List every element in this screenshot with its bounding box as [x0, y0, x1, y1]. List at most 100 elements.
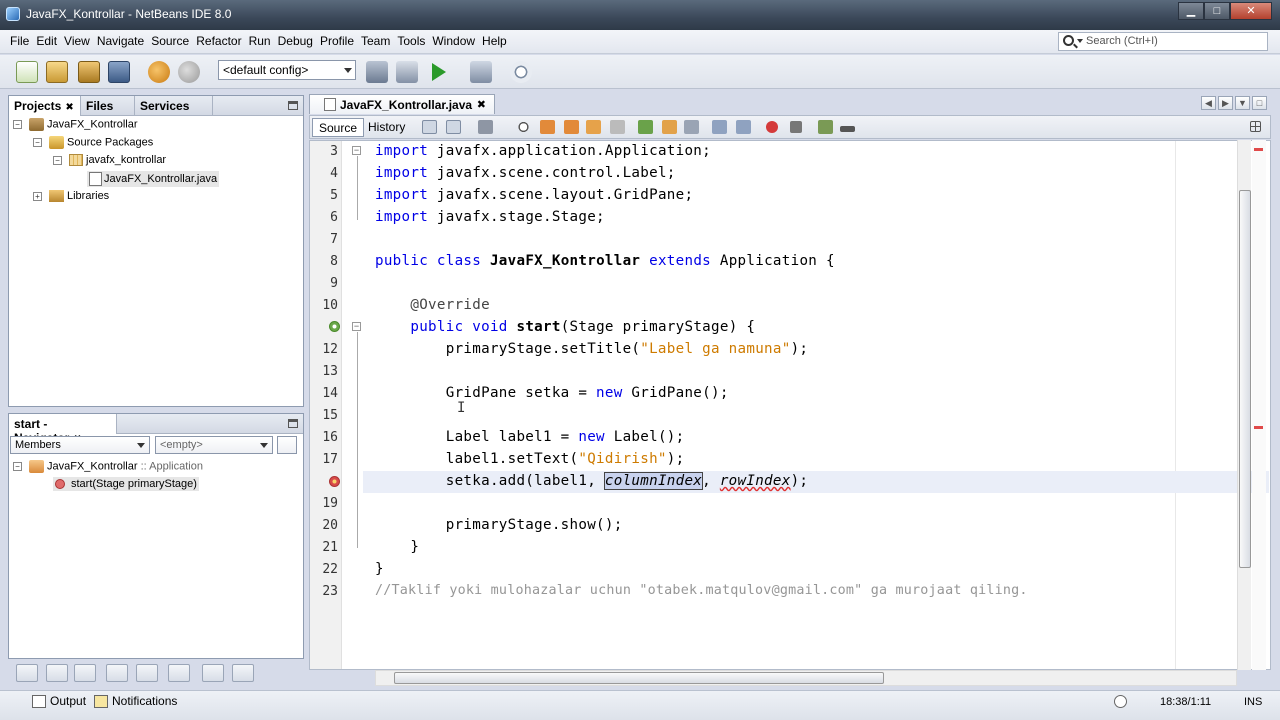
- find-previous-icon[interactable]: [540, 120, 555, 134]
- start-macro-icon[interactable]: [766, 121, 778, 133]
- sort-source-icon[interactable]: [202, 664, 224, 682]
- tree-item-package[interactable]: javafx_kontrollar: [69, 154, 166, 167]
- fold-method-icon[interactable]: −: [352, 322, 361, 331]
- close-icon[interactable]: ✖: [477, 98, 486, 111]
- horizontal-scrollbar[interactable]: [375, 670, 1237, 686]
- close-icon[interactable]: ✖: [65, 102, 73, 113]
- menu-debug[interactable]: Debug: [276, 34, 318, 48]
- horizontal-scroll-thumb[interactable]: [394, 672, 884, 684]
- find-next-icon[interactable]: [564, 120, 579, 134]
- undo-icon[interactable]: [148, 61, 170, 83]
- menu-source[interactable]: Source: [149, 34, 194, 48]
- minimize-panel-icon[interactable]: [288, 101, 298, 110]
- empty-filter-select[interactable]: <empty>: [155, 436, 273, 454]
- scroll-left-icon[interactable]: ◀: [1201, 96, 1216, 110]
- menu-navigate[interactable]: Navigate: [95, 34, 149, 48]
- shift-right-icon[interactable]: [736, 120, 751, 134]
- filter-nonpublic-icon[interactable]: [106, 664, 128, 682]
- split-editor-icon[interactable]: [1250, 121, 1261, 132]
- filter-static-icon[interactable]: [74, 664, 96, 682]
- show-documents-icon[interactable]: ▼: [1235, 96, 1250, 110]
- new-project-icon[interactable]: [46, 61, 68, 83]
- tab-projects[interactable]: Projects ✖: [9, 96, 81, 116]
- filter-inherited-icon[interactable]: [136, 664, 158, 682]
- override-annotation-icon[interactable]: [329, 321, 340, 332]
- source-button[interactable]: Source: [312, 118, 365, 137]
- config-select[interactable]: <default config>: [218, 60, 356, 80]
- menu-view[interactable]: View: [62, 34, 95, 48]
- menu-run[interactable]: Run: [247, 34, 276, 48]
- members-filter-select[interactable]: Members: [10, 436, 150, 454]
- sort-alpha-icon[interactable]: [168, 664, 190, 682]
- menu-help[interactable]: Help: [480, 34, 512, 48]
- stop-macro-icon[interactable]: [790, 121, 802, 133]
- tree-item-source-packages[interactable]: Source Packages: [49, 136, 153, 149]
- tab-services[interactable]: Services: [135, 96, 213, 116]
- output-tab[interactable]: Output: [32, 694, 86, 709]
- tree-item-java-file[interactable]: JavaFX_Kontrollar.java: [87, 171, 220, 187]
- tab-navigator[interactable]: start - Navigator✖: [9, 414, 117, 445]
- shift-left-icon[interactable]: [712, 120, 727, 134]
- last-edit-icon[interactable]: [422, 120, 437, 134]
- toggle-rect-select-icon[interactable]: [610, 120, 625, 134]
- minimize-button[interactable]: ▁: [1178, 2, 1204, 20]
- save-all-icon[interactable]: [108, 61, 130, 83]
- menu-team[interactable]: Team: [359, 34, 395, 48]
- error-hint-icon[interactable]: [329, 476, 340, 487]
- build-hammer-icon[interactable]: [366, 61, 388, 83]
- next-bookmark-icon[interactable]: [662, 120, 677, 134]
- comment-icon[interactable]: [818, 120, 833, 134]
- tree-item-project[interactable]: JavaFX_Kontrollar: [29, 118, 138, 131]
- previous-bookmark-icon[interactable]: [638, 120, 653, 134]
- forward-icon[interactable]: [478, 120, 493, 134]
- collapse-icon[interactable]: −: [13, 120, 22, 129]
- tab-files[interactable]: Files: [81, 96, 135, 116]
- maximize-editor-icon[interactable]: □: [1252, 96, 1267, 110]
- uncomment-icon[interactable]: [840, 126, 855, 132]
- maximize-button[interactable]: □: [1204, 2, 1230, 20]
- open-project-icon[interactable]: [78, 61, 100, 83]
- notifications-tab[interactable]: Notifications: [94, 694, 177, 709]
- error-marker[interactable]: [1254, 148, 1263, 151]
- insert-mode[interactable]: INS: [1244, 696, 1262, 708]
- clean-build-icon[interactable]: [396, 61, 418, 83]
- run-project-icon[interactable]: [432, 63, 446, 81]
- collapse-icon[interactable]: −: [13, 462, 22, 471]
- debug-project-icon[interactable]: [470, 61, 492, 83]
- new-file-icon[interactable]: [16, 61, 38, 83]
- collapse-icon[interactable]: −: [53, 156, 62, 165]
- back-icon[interactable]: [446, 120, 461, 134]
- menu-edit[interactable]: Edit: [34, 34, 62, 48]
- error-marker[interactable]: [1254, 426, 1263, 429]
- collapse-icon[interactable]: −: [33, 138, 42, 147]
- code-editor[interactable]: − − 3 4 5 6 7 8 9 10 12 13 14 15 16 17 1…: [309, 140, 1271, 670]
- editor-tab-file[interactable]: JavaFX_Kontrollar.java ✖: [309, 94, 495, 114]
- menu-window[interactable]: Window: [430, 34, 480, 48]
- toggle-bookmark-icon[interactable]: [684, 120, 699, 134]
- profile-project-icon[interactable]: [510, 61, 532, 83]
- menu-tools[interactable]: Tools: [395, 34, 430, 48]
- history-button[interactable]: History: [362, 118, 411, 137]
- sort-icon[interactable]: [16, 664, 38, 682]
- navigator-method-item[interactable]: start(Stage primaryStage): [53, 477, 199, 491]
- fqn-icon[interactable]: [232, 664, 254, 682]
- error-stripe[interactable]: [1252, 140, 1266, 670]
- minimize-panel-icon[interactable]: [288, 419, 298, 428]
- fold-imports-icon[interactable]: −: [352, 146, 361, 155]
- tree-item-libraries[interactable]: Libraries: [49, 190, 109, 203]
- search-input[interactable]: Search (Ctrl+I): [1058, 32, 1268, 51]
- info-icon[interactable]: [1114, 694, 1131, 709]
- find-icon[interactable]: [516, 120, 531, 134]
- navigator-class-item[interactable]: JavaFX_Kontrollar :: Application: [29, 460, 203, 473]
- scroll-right-icon[interactable]: ▶: [1218, 96, 1233, 110]
- navigator-options-icon[interactable]: [277, 436, 297, 454]
- vertical-scroll-thumb[interactable]: [1239, 190, 1251, 568]
- expand-icon[interactable]: +: [33, 192, 42, 201]
- menu-file[interactable]: File: [8, 34, 34, 48]
- filter-fields-icon[interactable]: [46, 664, 68, 682]
- vertical-scrollbar[interactable]: [1237, 140, 1251, 670]
- close-button[interactable]: ✕: [1230, 2, 1272, 20]
- search-dropdown-icon[interactable]: [1077, 39, 1083, 43]
- redo-icon[interactable]: [178, 61, 200, 83]
- toggle-highlight-icon[interactable]: [586, 120, 601, 134]
